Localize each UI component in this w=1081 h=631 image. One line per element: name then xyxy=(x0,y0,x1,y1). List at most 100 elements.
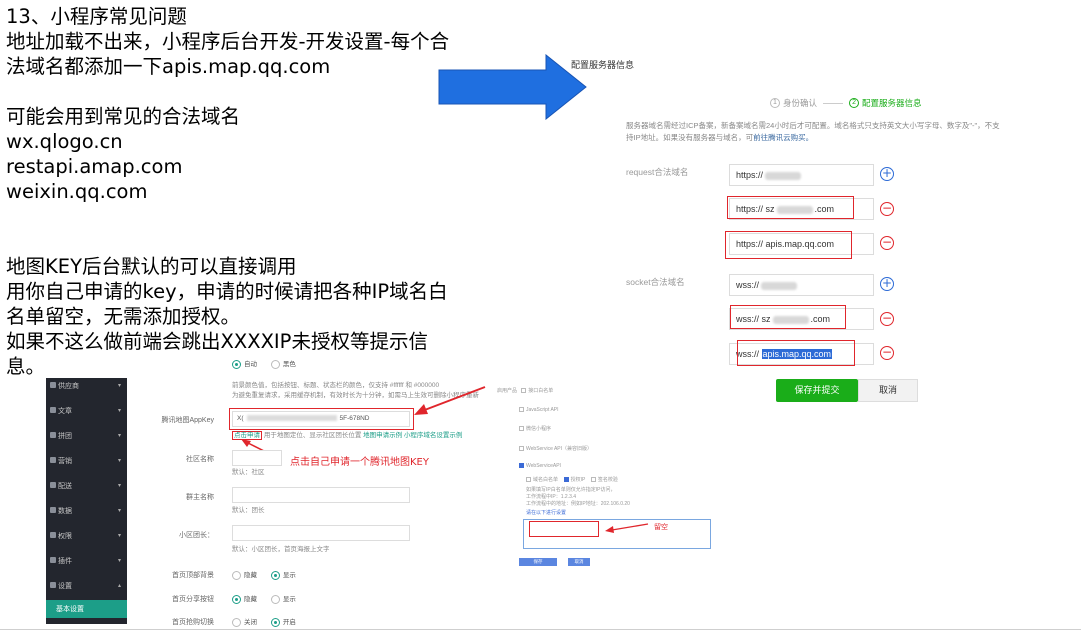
home-top-bg-radio-group: 隐藏 显示 xyxy=(232,569,308,580)
menu-icon xyxy=(50,482,56,488)
red-arrow-icon xyxy=(605,523,649,533)
checkbox-checked[interactable] xyxy=(519,463,524,469)
menu-icon xyxy=(50,507,56,513)
home-switch-label: 首页抢购切换 xyxy=(172,619,214,626)
community-name-label: 社区名称 xyxy=(186,456,214,463)
cancel-button[interactable]: 取消 xyxy=(858,379,918,402)
radio[interactable] xyxy=(590,477,596,483)
home-top-bg-label: 首页顶部背景 xyxy=(172,572,214,579)
request-domain-label: request合法域名 xyxy=(626,167,689,177)
save-submit-button[interactable]: 保存并提交 xyxy=(776,379,858,402)
sidebar-item-plugin[interactable]: 插件 ▾ xyxy=(46,555,127,567)
help-text: 如果填写IP白名单则仅允许指定IP访问， xyxy=(526,487,616,493)
apply-example-links[interactable]: 地图申请示例 小程序域名设置示例 xyxy=(363,432,462,439)
remove-request-domain-button[interactable]: − xyxy=(880,236,894,250)
menu-icon xyxy=(50,457,56,463)
radio-black[interactable] xyxy=(270,359,280,369)
note-line: 用你自己申请的key，申请的时候请把各种IP域名白 xyxy=(6,280,448,303)
step1-label: 身份确认 xyxy=(783,98,818,108)
menu-icon xyxy=(50,532,56,538)
highlight-box xyxy=(727,196,854,219)
radio-on[interactable] xyxy=(270,617,280,627)
sidebar-item-data[interactable]: 数据 ▾ xyxy=(46,505,127,517)
checkbox[interactable] xyxy=(521,388,527,394)
admin-sidebar: 供应商 ▾ 文章 ▾ 拼团 ▾ 营销 ▾ 配送 ▾ 数据 ▾ 权限 ▾ 插件 ▾ 设置 ▴ 基本设… xyxy=(46,378,127,624)
community-name-input[interactable] xyxy=(232,450,282,466)
step1-number: 1 xyxy=(770,98,780,108)
red-arrow-icon xyxy=(414,386,486,415)
menu-icon xyxy=(50,557,56,563)
small-leader-input[interactable] xyxy=(232,525,410,541)
radio-auto[interactable] xyxy=(232,359,241,369)
home-share-radio-group: 隐藏 显示 xyxy=(232,593,308,604)
home-share-label: 首页分享按钮 xyxy=(172,596,214,603)
fg-color-radio-group: 自动 黑色 xyxy=(232,358,308,369)
help-text: 工作流程中的地址：例如IP地址：202.106.0.20 xyxy=(526,501,630,507)
highlight-box xyxy=(529,521,599,537)
radio[interactable] xyxy=(526,477,531,483)
highlight-box xyxy=(730,305,846,329)
note-line: 法域名都添加一下apis.map.qq.com xyxy=(6,55,331,78)
map-key-label: 腾讯地图AppKey xyxy=(161,417,214,424)
leader-name-label: 群主名称 xyxy=(186,494,214,501)
note-line: 地址加载不出来，小程序后台开发-开发设置-每个合 xyxy=(6,30,450,53)
note-line: 地图KEY后台默认的可以直接调用 xyxy=(6,255,297,278)
leave-blank-annotation: 留空 xyxy=(654,523,668,531)
section-heading: 13、小程序常见问题 xyxy=(6,5,187,28)
menu-icon xyxy=(50,407,56,413)
radio-hide[interactable] xyxy=(232,570,241,580)
note-line: 如果不这么做前端会跳出XXXXIP未授权等提示信 xyxy=(6,330,428,353)
gear-icon xyxy=(50,582,56,588)
domain-item: weixin.qq.com xyxy=(6,180,148,203)
highlight-box xyxy=(725,231,852,259)
checkbox[interactable] xyxy=(519,426,524,432)
menu-icon xyxy=(50,432,56,438)
sidebar-item-delivery[interactable]: 配送 ▾ xyxy=(46,480,127,492)
highlight-box xyxy=(229,408,414,430)
step-indicator: 1 身份确认 2 配置服务器信息 xyxy=(770,97,922,109)
sidebar-item-basic-settings[interactable]: 基本设置 xyxy=(46,600,127,618)
mini-cancel-button[interactable]: 取消 xyxy=(568,558,590,566)
buy-cloud-link[interactable]: 前往腾讯云购买。 xyxy=(753,133,813,142)
instruction-notes: 13、小程序常见问题 地址加载不出来，小程序后台开发-开发设置-每个合 法域名都… xyxy=(6,4,506,379)
domain-item: restapi.amap.com xyxy=(6,155,183,178)
sidebar-item-permission[interactable]: 权限 ▾ xyxy=(46,530,127,542)
home-switch-radio-group: 关闭 开启 xyxy=(232,616,308,627)
small-leader-label: 小区团长： xyxy=(179,532,214,539)
remove-socket-domain-button[interactable]: − xyxy=(880,346,894,360)
domain-rules-note: 服务器域名需经过ICP备案，新备案域名需24小时后才可配置。域名格式只支持英文大… xyxy=(626,121,1000,142)
sidebar-item-group[interactable]: 拼团 ▾ xyxy=(46,430,127,442)
apply-key-annotation: 点击自己申请一个腾讯地图KEY xyxy=(290,457,429,468)
small-leader-default: 默认：小区团长，首页海报上文字 xyxy=(232,546,330,553)
note-line: 可能会用到常见的合法域名 xyxy=(6,105,241,128)
step2-number: 2 xyxy=(849,98,860,108)
radio-selected[interactable] xyxy=(563,477,569,483)
community-name-default: 默认：社区 xyxy=(232,469,265,476)
sidebar-item-article[interactable]: 文章 ▾ xyxy=(46,405,127,417)
divider xyxy=(0,629,1081,630)
mini-save-button[interactable]: 保存 xyxy=(519,558,557,566)
socket-domain-input-1[interactable]: wss:// xyxy=(729,274,874,296)
socket-domain-label: socket合法域名 xyxy=(626,277,685,287)
help-link[interactable]: 请在以下进行设置 xyxy=(526,509,566,516)
remove-socket-domain-button[interactable]: − xyxy=(880,312,894,326)
server-config-title: 配置服务器信息 xyxy=(571,60,635,70)
radio-show[interactable] xyxy=(270,570,280,580)
add-request-domain-button[interactable]: + xyxy=(880,167,894,181)
radio-hide[interactable] xyxy=(232,594,241,604)
leader-name-default: 默认：团长 xyxy=(232,507,265,514)
radio-show[interactable] xyxy=(270,594,280,604)
help-text: 工作流程中IP：1.2.3.4 xyxy=(526,494,577,500)
checkbox[interactable] xyxy=(519,407,524,413)
request-domain-input-1[interactable]: https:// xyxy=(729,164,874,186)
leader-name-input[interactable] xyxy=(232,487,410,503)
add-socket-domain-button[interactable]: + xyxy=(880,277,894,291)
fg-color-help: 前景颜色值，包括按钮、标题、状态栏的颜色，仅支持 #ffffff 和 #0000… xyxy=(232,382,440,389)
sidebar-item-settings[interactable]: 设置 ▴ xyxy=(46,580,127,592)
sidebar-item-supplier[interactable]: 供应商 ▾ xyxy=(46,380,127,392)
right-arrow-icon xyxy=(438,54,587,120)
radio-off[interactable] xyxy=(232,617,241,627)
remove-request-domain-button[interactable]: − xyxy=(880,202,894,216)
sidebar-item-marketing[interactable]: 营销 ▾ xyxy=(46,455,127,467)
checkbox[interactable] xyxy=(519,446,524,452)
